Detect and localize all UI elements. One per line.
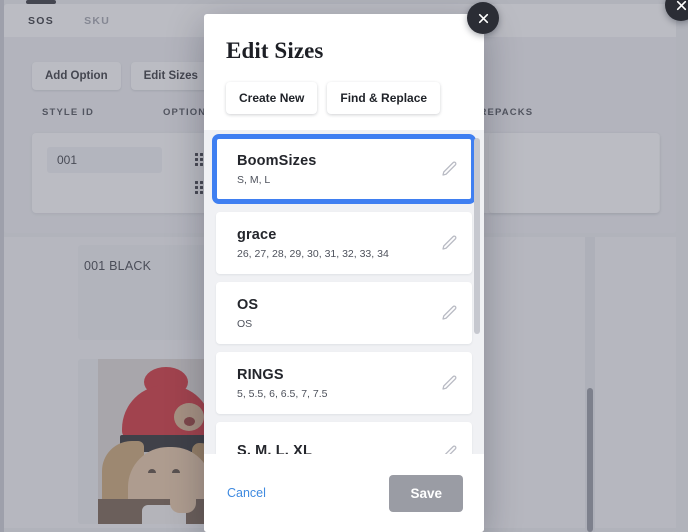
modal-header: Edit Sizes Create New Find & Replace (204, 14, 484, 130)
page-scrollbar-thumb[interactable] (587, 388, 593, 532)
screen-root: SOS SKU Add Option Edit Sizes E STYLE ID… (0, 0, 688, 532)
product-label: 001 BLACK (84, 259, 152, 273)
size-group-name: BoomSizes (237, 153, 317, 170)
prepacks-cell (489, 133, 659, 213)
list-scrollbar-thumb[interactable] (474, 138, 480, 334)
column-header-option: OPTION (163, 107, 207, 118)
tab-sos[interactable]: SOS (26, 0, 57, 36)
size-group-item-grace[interactable]: grace 26, 27, 28, 29, 30, 31, 32, 33, 34 (216, 212, 472, 274)
tab-sku[interactable]: SKU (82, 6, 112, 36)
column-header-style-id: STYLE ID (42, 107, 94, 118)
add-option-button[interactable]: Add Option (32, 62, 121, 90)
size-group-list: BoomSizes S, M, L grace 26, 27, 28, 29, … (204, 130, 484, 454)
pencil-icon[interactable] (440, 374, 458, 392)
modal-title: Edit Sizes (226, 38, 324, 63)
modal-close-button[interactable] (467, 2, 499, 34)
tab-sku-label: SKU (84, 14, 111, 27)
size-group-name: RINGS (237, 367, 284, 384)
tab-sos-label: SOS (28, 14, 55, 27)
pencil-icon[interactable] (440, 234, 458, 252)
size-group-list-container: BoomSizes S, M, L grace 26, 27, 28, 29, … (204, 130, 484, 454)
size-group-values: 5, 5.5, 6, 6.5, 7, 7.5 (237, 387, 328, 400)
edit-sizes-button[interactable]: Edit Sizes (130, 62, 211, 90)
modal-action-row: Create New Find & Replace (226, 82, 462, 130)
size-group-name: S, M, L, XL (237, 443, 312, 454)
create-new-button[interactable]: Create New (226, 82, 318, 114)
size-group-values: 26, 27, 28, 29, 30, 31, 32, 33, 34 (237, 247, 389, 260)
size-group-item-s-m-l-xl[interactable]: S, M, L, XL (216, 422, 472, 454)
pencil-icon[interactable] (440, 304, 458, 322)
size-group-item-rings[interactable]: RINGS 5, 5.5, 6, 6.5, 7, 7.5 (216, 352, 472, 414)
pencil-icon[interactable] (440, 444, 458, 454)
modal-footer: Cancel Save (204, 454, 484, 532)
size-group-values: OS (237, 317, 253, 330)
cancel-button[interactable]: Cancel (225, 482, 268, 504)
style-id-input[interactable]: 001 (47, 147, 162, 173)
size-group-name: grace (237, 227, 277, 244)
size-group-values: S, M, L (237, 173, 271, 186)
find-replace-button[interactable]: Find & Replace (327, 82, 441, 114)
size-group-item-boomsizes[interactable]: BoomSizes S, M, L (212, 134, 476, 204)
save-button[interactable]: Save (389, 474, 463, 512)
edit-sizes-modal: Edit Sizes Create New Find & Replace Boo… (204, 14, 484, 532)
size-group-name: OS (237, 297, 259, 314)
pencil-icon[interactable] (440, 160, 458, 178)
size-group-item-os[interactable]: OS OS (216, 282, 472, 344)
